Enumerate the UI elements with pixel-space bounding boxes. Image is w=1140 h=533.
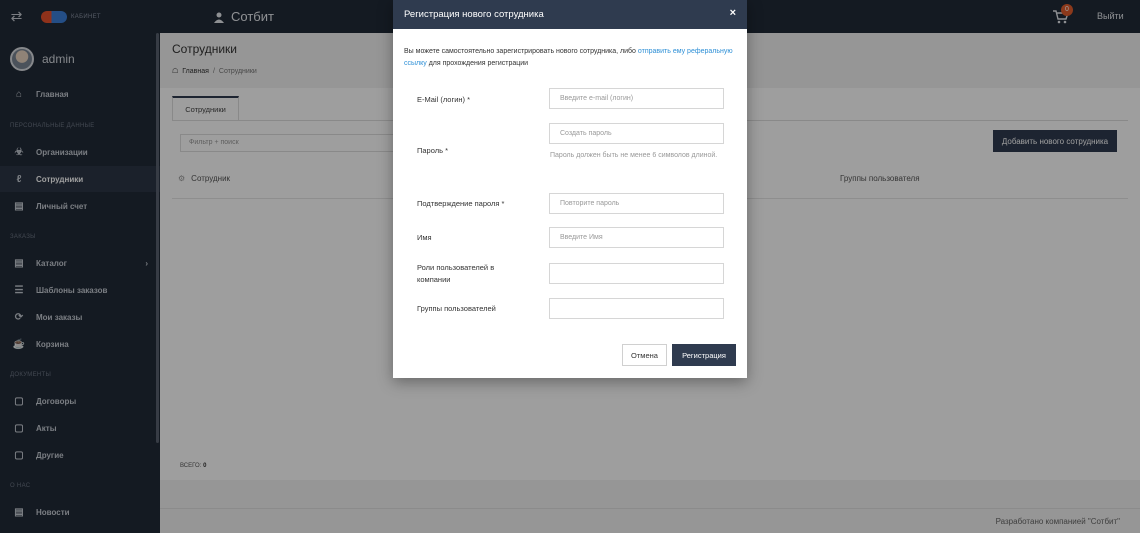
groups-label: Группы пользователей xyxy=(417,304,496,313)
email-label: E-Mail (логин) * xyxy=(417,95,471,104)
intro-text-end: для прохождения регистрации xyxy=(426,60,529,67)
password-hint: Пароль должен быть не менее 6 символов д… xyxy=(550,152,718,159)
roles-label: Роли пользователей в компании xyxy=(417,263,495,284)
name-field[interactable]: Введите Имя xyxy=(549,227,724,248)
modal-header: Регистрация нового сотрудника × xyxy=(393,0,747,29)
password-label: Пароль * xyxy=(417,146,449,155)
intro-text: Вы можете самостоятельно зарегистрироват… xyxy=(404,48,638,55)
confirm-password-label: Подтверждение пароля * xyxy=(417,199,505,208)
close-icon[interactable]: × xyxy=(730,8,736,19)
email-field[interactable]: Введите e-mail (логин) xyxy=(549,88,724,109)
modal-title: Регистрация нового сотрудника xyxy=(404,9,544,20)
modal-intro: Вы можете самостоятельно зарегистрироват… xyxy=(393,46,747,70)
name-label: Имя xyxy=(417,233,432,242)
cancel-button[interactable]: Отмена xyxy=(622,344,667,366)
register-button[interactable]: Регистрация xyxy=(672,344,736,366)
confirm-password-field[interactable]: Повторите пароль xyxy=(549,193,724,214)
roles-select[interactable] xyxy=(549,263,724,284)
register-employee-modal: Регистрация нового сотрудника × Вы может… xyxy=(393,0,747,378)
groups-select[interactable] xyxy=(549,298,724,319)
password-field[interactable]: Создать пароль xyxy=(549,123,724,144)
